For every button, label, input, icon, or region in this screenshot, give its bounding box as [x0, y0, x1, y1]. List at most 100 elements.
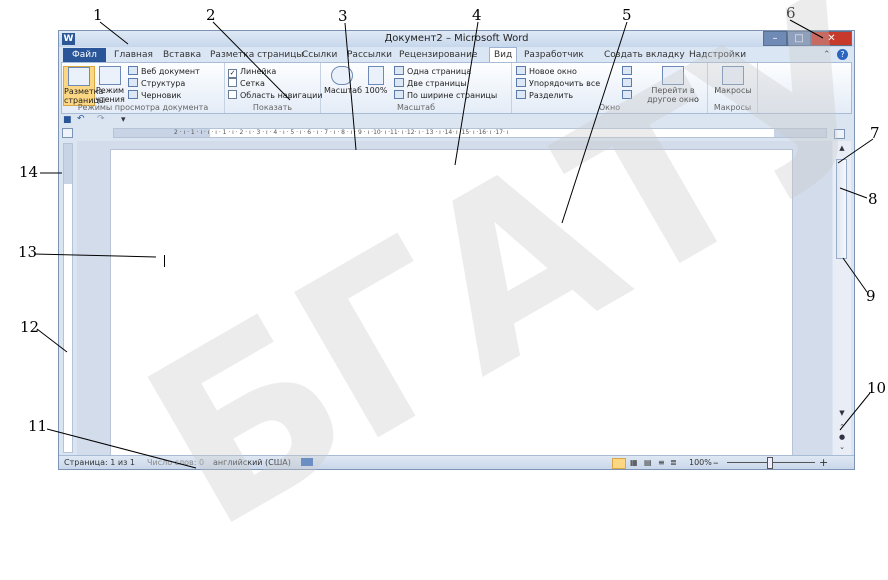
status-bar: Страница: 1 из 1 Число слов: 0 английски…: [59, 455, 854, 469]
close-button[interactable]: ✕: [811, 31, 852, 46]
help-icon[interactable]: ?: [837, 49, 848, 60]
page-width-button[interactable]: По ширине страницы: [394, 90, 497, 101]
zoom-100-button[interactable]: 100%: [363, 66, 389, 95]
vertical-ruler[interactable]: [63, 143, 73, 453]
web-layout-label: Веб документ: [141, 67, 200, 76]
tab-new-tab[interactable]: Создать вкладку: [604, 48, 685, 62]
save-icon[interactable]: ■: [63, 115, 72, 125]
page-width-icon: [394, 90, 404, 99]
vertical-scrollbar[interactable]: ▲ ▼ ⌃ ● ⌄: [833, 141, 851, 455]
tab-addins[interactable]: Надстройки: [689, 48, 746, 62]
zoom-in-icon[interactable]: +: [819, 456, 828, 469]
view-draft-icon[interactable]: ≣: [670, 458, 677, 467]
tab-file[interactable]: Файл: [63, 48, 106, 62]
grid-checkbox[interactable]: Сетка: [228, 78, 265, 89]
split-button[interactable]: Разделить: [516, 90, 573, 101]
tab-review[interactable]: Рецензирование: [399, 48, 477, 62]
view-ruler-button[interactable]: [834, 129, 845, 139]
quick-access-toolbar: ■ ↶ ↷ ▾: [59, 114, 854, 127]
view-outline-icon[interactable]: ≡: [658, 458, 665, 467]
switch-windows-label: Перейти в другое окно: [647, 86, 699, 104]
scroll-thumb[interactable]: [836, 159, 847, 259]
zoom-button[interactable]: Масштаб: [324, 66, 362, 95]
page-layout-icon: [68, 67, 90, 86]
next-page-icon[interactable]: ⌄: [837, 443, 847, 451]
switch-windows-button[interactable]: Перейти в другое окно: [642, 66, 704, 104]
ruler-checkbox[interactable]: ✓ Линейка: [228, 66, 276, 78]
page-layout-button[interactable]: Разметка страницы: [63, 66, 105, 106]
arrange-all-icon: [516, 78, 526, 87]
view-side-by-side-icon: [622, 66, 632, 75]
sync-scroll-icon[interactable]: [622, 78, 635, 89]
maximize-button[interactable]: □: [787, 31, 811, 46]
proofing-icon[interactable]: [301, 458, 313, 466]
zoom-slider-thumb[interactable]: [767, 457, 773, 469]
group-label-zoom: Масштаб: [396, 103, 436, 112]
group-zoom: Масштаб 100% Одна страница Две страницы …: [321, 63, 512, 113]
draft-button[interactable]: Черновик: [128, 90, 181, 101]
group-label-views: Режимы просмотра документа: [77, 103, 209, 112]
ruler-row: 2 · ı · 1 · ı · ı · ı · 1 · ı · 2 · ı · …: [59, 127, 854, 140]
scroll-up-icon[interactable]: ▲: [837, 144, 847, 152]
customize-qat-icon[interactable]: ▾: [121, 115, 126, 125]
arrange-all-button[interactable]: Упорядочить все: [516, 78, 600, 89]
redo-icon[interactable]: ↷: [97, 114, 105, 124]
undo-icon[interactable]: ↶: [77, 114, 85, 124]
group-label-window: Окно: [598, 103, 621, 112]
web-layout-button[interactable]: Веб документ: [128, 66, 200, 77]
title-bar: W Документ2 – Microsoft Word – □ ✕: [59, 31, 854, 47]
two-pages-button[interactable]: Две страницы: [394, 78, 467, 89]
minimize-button[interactable]: –: [763, 31, 787, 46]
tab-developer[interactable]: Разработчик: [524, 48, 584, 62]
view-reading-icon[interactable]: ▦: [630, 458, 638, 467]
two-pages-label: Две страницы: [407, 79, 467, 88]
tab-view[interactable]: Вид: [489, 47, 518, 62]
group-show: ✓ Линейка Сетка Область навигации Показат…: [225, 63, 323, 113]
outline-button[interactable]: Структура: [128, 78, 185, 89]
one-page-button[interactable]: Одна страница: [394, 66, 471, 77]
minimize-ribbon-icon[interactable]: ⌃: [823, 48, 831, 62]
split-label: Разделить: [529, 91, 574, 100]
web-layout-icon: [128, 66, 138, 75]
side-by-side-icon[interactable]: [622, 66, 635, 77]
status-words[interactable]: Число слов: 0: [147, 458, 204, 467]
zoom-out-icon[interactable]: –: [713, 456, 719, 469]
ribbon: Разметка страницы Режим чтения Веб докум…: [61, 62, 852, 114]
document-page[interactable]: [110, 149, 793, 459]
tab-references[interactable]: Ссылки: [302, 48, 337, 62]
scroll-down-icon[interactable]: ▼: [837, 409, 847, 417]
reset-window-position-icon: [622, 90, 632, 99]
ruler-right-margin: [774, 129, 826, 137]
nav-pane-checkbox[interactable]: Область навигации: [228, 90, 323, 101]
callout-12: 12: [20, 318, 40, 336]
new-window-button[interactable]: Новое окно: [516, 66, 577, 77]
macros-label: Макросы: [714, 86, 752, 95]
callout-10: 10: [867, 379, 887, 397]
callout-3: 3: [338, 7, 348, 25]
page-width-label: По ширине страницы: [407, 91, 498, 100]
reading-mode-button[interactable]: Режим чтения: [95, 66, 125, 104]
tab-home[interactable]: Главная: [114, 48, 153, 62]
group-document-views: Разметка страницы Режим чтения Веб докум…: [62, 63, 225, 113]
reading-mode-label: Режим чтения: [95, 86, 125, 104]
nav-pane-label: Область навигации: [240, 91, 323, 100]
prev-page-icon[interactable]: ⌃: [837, 423, 847, 431]
grid-label: Сетка: [240, 79, 265, 88]
horizontal-ruler[interactable]: 2 · ı · 1 · ı · ı · ı · 1 · ı · 2 · ı · …: [113, 128, 827, 138]
status-page[interactable]: Страница: 1 из 1: [64, 458, 135, 467]
checkmark-icon: ✓: [228, 69, 237, 78]
tab-page-layout[interactable]: Разметка страницы: [210, 48, 304, 62]
browse-object-icon[interactable]: ●: [837, 433, 847, 441]
tab-mailings[interactable]: Рассылки: [347, 48, 392, 62]
status-language[interactable]: английский (США): [213, 458, 291, 467]
one-page-icon: [394, 66, 404, 75]
zoom-level[interactable]: 100%: [689, 458, 712, 467]
view-web-icon[interactable]: ▤: [644, 458, 652, 467]
view-print-layout-icon[interactable]: [612, 458, 626, 469]
tab-selector-button[interactable]: [62, 128, 73, 138]
callout-2: 2: [206, 6, 216, 24]
reset-position-icon[interactable]: [622, 90, 635, 101]
group-window: Новое окно Упорядочить все Разделить Пер…: [512, 63, 708, 113]
macros-button[interactable]: Макросы: [712, 66, 754, 95]
tab-insert[interactable]: Вставка: [163, 48, 201, 62]
